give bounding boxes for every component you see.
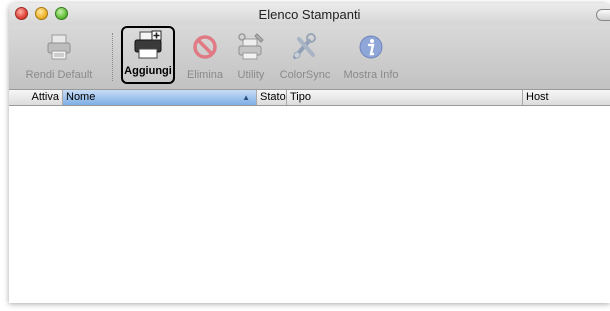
show-info-button[interactable]: Mostra Info [339,29,403,83]
info-icon [359,35,383,59]
utility-label: Utility [237,69,265,81]
colorsync-label: ColorSync [279,69,331,81]
title-bar[interactable]: Elenco Stampanti [9,3,610,25]
delete-icon [193,35,217,59]
add-printer-button[interactable]: Aggiungi [121,26,175,84]
delete-button[interactable]: Elimina [181,29,229,83]
colorsync-icon [293,33,316,59]
sort-ascending-icon: ▲ [242,93,250,102]
utility-button[interactable]: Utility [229,29,273,83]
column-header-tipo[interactable]: Tipo [287,90,523,105]
printer-list[interactable] [9,106,610,303]
column-header: Attiva Nome ▲ Stato Tipo Host [9,89,610,106]
add-printer-icon [134,30,162,59]
column-header-attiva[interactable]: Attiva [9,90,63,105]
add-printer-label: Aggiungi [124,65,172,77]
column-header-host[interactable]: Host [523,90,610,105]
colorsync-button[interactable]: ColorSync [275,29,335,83]
column-header-nome-label: Nome [66,91,96,103]
toolbar-separator [112,33,113,81]
printer-default-icon [47,34,71,60]
column-header-nome[interactable]: Nome ▲ [63,90,257,105]
printer-utility-icon [238,33,264,60]
window-title: Elenco Stampanti [258,7,361,22]
make-default-button[interactable]: Rendi Default [13,29,105,83]
column-header-stato[interactable]: Stato [257,90,287,105]
toolbar: Rendi Default Aggiungi Elimina Utility C… [9,25,610,89]
delete-label: Elimina [186,69,224,81]
make-default-label: Rendi Default [25,69,93,81]
printer-list-window: Elenco Stampanti Rendi Default Aggiungi … [9,3,610,303]
show-info-label: Mostra Info [343,69,399,81]
toolbar-toggle-button[interactable] [596,9,610,21]
